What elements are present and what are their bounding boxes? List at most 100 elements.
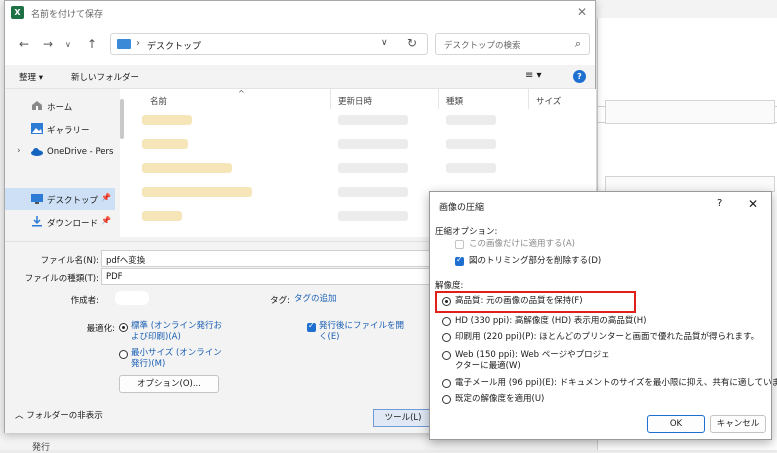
resolution-web-label[interactable]: Web (150 ppi): Web ページやプロジェクターに最適(W) [455,350,615,372]
recent-locations-chevron-icon[interactable]: ∨ [65,40,71,49]
file-type-value: PDF [106,272,123,282]
compress-options-header: 圧縮オプション: [435,227,498,237]
forward-arrow-icon[interactable]: → [43,37,53,51]
close-icon[interactable]: ✕ [748,197,758,211]
resolution-email-radio[interactable] [442,379,451,388]
pin-icon[interactable]: 📌 [101,193,111,202]
delete-cropped-label[interactable]: 図のトリミング部分を削除する(D) [469,256,601,267]
hide-folders-toggle[interactable]: ︿ フォルダーの非表示 [15,411,103,422]
list-item-blurred [338,211,408,221]
column-header-modified[interactable]: 更新日時 [338,95,372,107]
list-item-blurred [338,139,408,149]
background-bottom-text: 発行 [32,443,51,453]
optimize-min-label[interactable]: 最小サイズ (オンライン発行)(M) [131,348,227,370]
nav-item-label: ダウンロード [47,219,99,229]
hide-folders-label: フォルダーの非表示 [26,411,103,421]
address-bar[interactable]: › デスクトップ ∨ ↻ [110,33,428,55]
search-icon[interactable]: ⌕ [575,37,581,51]
file-name-input[interactable]: pdfへ変換 [101,250,431,267]
nav-item-desktop[interactable]: デスクトップ 📌 [5,188,115,210]
resolution-email-label[interactable]: 電子メール用 (96 ppi)(E): ドキュメントのサイズを最小限に抑え、共有… [455,378,777,389]
compress-dialog-title: 画像の圧縮 [439,203,485,213]
nav-item-label: ギャラリー [47,126,90,136]
refresh-icon[interactable]: ↻ [407,36,417,50]
navigation-pane: ホーム ギャラリー › OneDrive - Pers デスクトップ 📌 ダウン… [5,89,115,237]
open-after-publish-checkbox[interactable] [307,321,316,332]
author-label: 作成者: [70,296,99,306]
resolution-hd-radio[interactable] [442,317,451,326]
delete-cropped-checkbox[interactable] [455,255,464,266]
column-header-size[interactable]: サイズ [536,95,561,107]
column-divider[interactable] [438,89,439,109]
ok-button[interactable]: OK [647,415,705,433]
search-box[interactable]: デスクトップの検索 ⌕ [435,33,590,55]
close-icon[interactable]: ✕ [577,5,587,19]
nav-item-downloads[interactable]: ダウンロード 📌 [5,211,115,233]
column-header-type[interactable]: 種類 [446,95,463,107]
nav-item-home[interactable]: ホーム [5,95,115,117]
optimize-label: 最適化: [86,324,115,334]
resolution-print-label[interactable]: 印刷用 (220 ppi)(P): ほとんどのプリンターと画面で優れた品質が得ら… [455,332,759,343]
help-icon[interactable]: ? [573,70,586,83]
resolution-default-radio[interactable] [442,395,451,404]
command-bar: 整理 ▾ 新しいフォルダー ≡ ▾ ? [5,65,595,89]
column-divider[interactable] [528,89,529,109]
column-header-name[interactable]: 名前 [150,95,167,107]
resolution-header: 解像度: [435,281,464,291]
tags-label: タグ: [270,296,290,306]
author-value-blurred[interactable] [115,291,149,305]
expand-chevron-icon[interactable]: › [17,146,21,156]
list-item-blurred [338,163,408,173]
list-item-blurred[interactable] [142,211,182,221]
dialog-title: 名前を付けて保存 [31,10,104,20]
apply-only-this-checkbox [455,240,464,249]
breadcrumb-separator-icon: › [136,38,140,49]
list-item-blurred[interactable] [142,115,192,125]
home-icon [32,101,42,110]
list-item-blurred [446,163,496,173]
optimize-standard-radio[interactable] [119,323,128,332]
onedrive-icon [31,148,43,156]
background-field [605,176,775,192]
pin-icon[interactable]: 📌 [101,216,111,225]
resolution-high-fidelity-label[interactable]: 高品質: 元の画像の品質を保持(F) [455,296,583,307]
compress-pictures-dialog: 画像の圧縮 ? ✕ 圧縮オプション: この画像だけに適用する(A) 図のトリミン… [429,191,777,440]
list-item-blurred[interactable] [142,139,188,149]
optimize-standard-label[interactable]: 標準 (オンライン発行および印刷)(A) [131,321,227,343]
up-arrow-icon[interactable]: ↑ [87,37,97,51]
list-item-blurred[interactable] [142,163,232,173]
optimize-min-radio[interactable] [119,350,128,359]
tools-button[interactable]: ツール(L) [373,409,433,427]
add-tag-link[interactable]: タグの追加 [294,294,337,305]
address-dropdown-icon[interactable]: ∨ [381,38,388,48]
download-icon [32,216,42,227]
scrollbar[interactable] [120,99,124,139]
resolution-hd-label[interactable]: HD (330 ppi): 高解像度 (HD) 表示用の高品質(H) [455,316,646,327]
open-after-publish-label[interactable]: 発行後にファイルを開く(E) [319,321,409,343]
resolution-web-radio[interactable] [442,351,451,360]
list-item-blurred [338,115,408,125]
nav-item-label: OneDrive - Pers [47,147,114,157]
file-type-label: ファイルの種類(T): [24,274,99,284]
resolution-high-fidelity-radio[interactable] [442,297,451,306]
view-options-icon[interactable]: ≡ ▾ [525,70,542,81]
column-divider[interactable] [330,89,331,109]
nav-item-gallery[interactable]: ギャラリー [5,118,115,140]
resolution-print-radio[interactable] [442,333,451,342]
nav-item-label: デスクトップ [47,196,99,206]
resolution-default-label[interactable]: 既定の解像度を適用(U) [455,394,544,405]
chevron-up-icon: ︿ [15,411,27,421]
organize-button[interactable]: 整理 ▾ [19,71,43,83]
cancel-button[interactable]: キャンセル [710,415,766,433]
file-name-value: pdfへ変換 [106,256,146,266]
list-item-blurred [446,115,496,125]
desktop-folder-icon [117,39,131,49]
file-type-select[interactable]: PDF [101,268,431,285]
options-button[interactable]: オプション(O)... [119,375,219,393]
back-arrow-icon[interactable]: ← [19,37,29,51]
help-icon[interactable]: ? [717,198,722,209]
new-folder-button[interactable]: 新しいフォルダー [71,71,139,83]
list-item-blurred[interactable] [142,187,252,197]
nav-item-onedrive[interactable]: › OneDrive - Pers [5,141,115,163]
address-location[interactable]: デスクトップ [147,39,201,52]
